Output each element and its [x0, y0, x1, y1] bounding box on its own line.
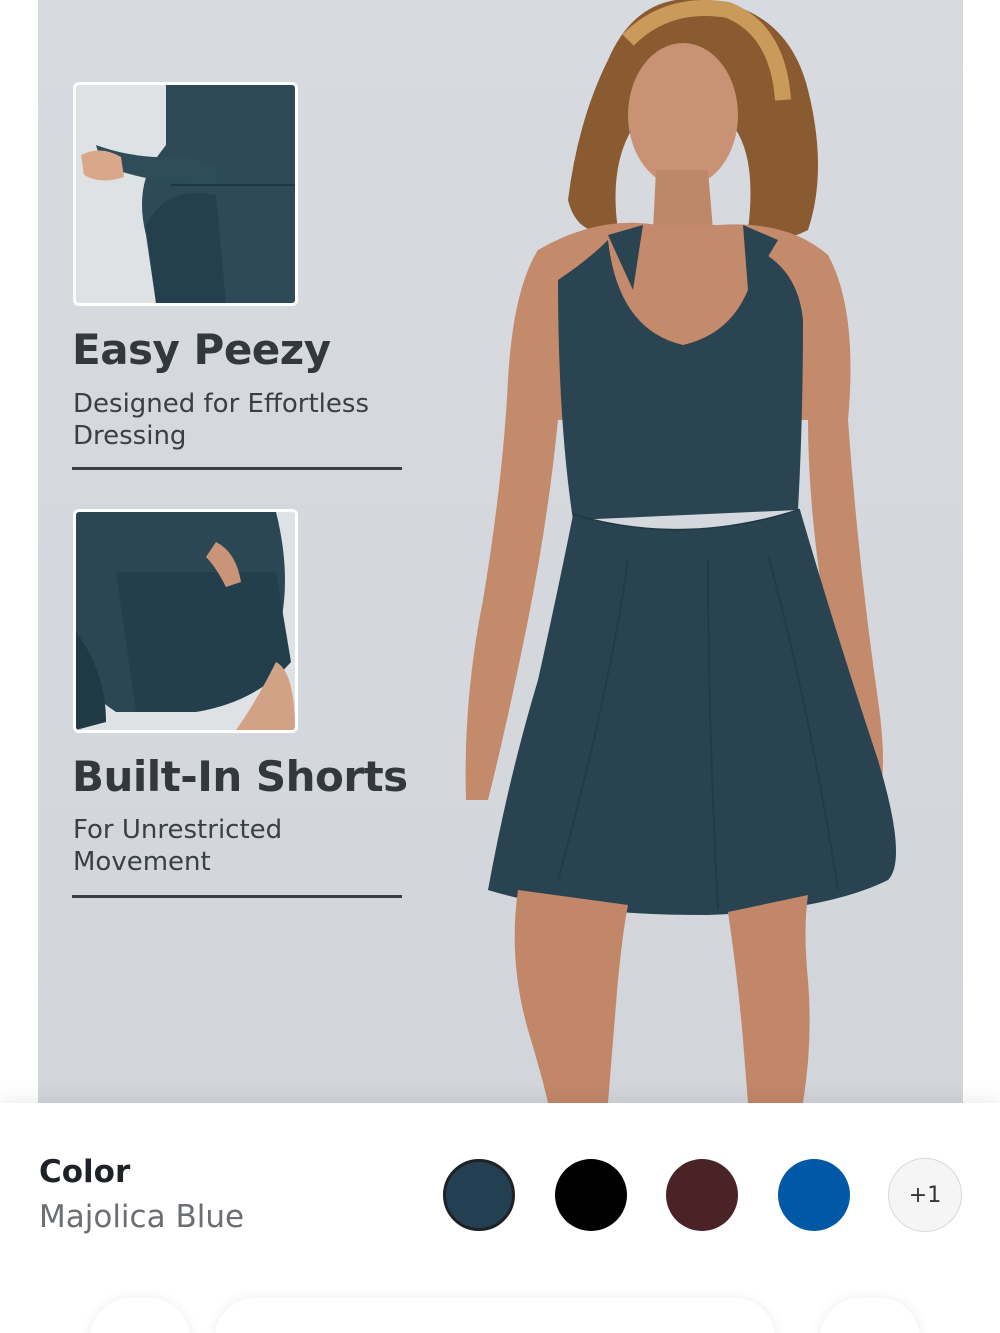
color-swatch-royal-blue[interactable]	[778, 1159, 850, 1231]
feature-thumbnail-shorts	[73, 509, 298, 733]
feature-subtitle: For Unrestricted Movement	[73, 815, 283, 877]
product-image[interactable]: Easy Peezy Designed for Effortless Dress…	[38, 0, 963, 1103]
color-swatch-majolica-blue[interactable]	[443, 1159, 515, 1231]
feature-divider	[72, 895, 402, 898]
feature-subtitle: Designed for Effortless Dressing	[73, 389, 369, 451]
feature-title: Easy Peezy	[72, 325, 331, 374]
selected-color-name: Majolica Blue	[39, 1199, 245, 1235]
feature-divider	[72, 467, 402, 470]
feature-thumbnail-waist	[73, 82, 298, 306]
model-photo	[465, 0, 896, 1103]
add-to-bag-button[interactable]	[215, 1298, 775, 1333]
feature-title: Built-In Shorts	[72, 752, 408, 801]
color-swatch-burgundy[interactable]	[666, 1159, 738, 1231]
more-colors-button[interactable]: +1	[888, 1158, 962, 1232]
color-swatch-black[interactable]	[555, 1159, 627, 1231]
color-label: Color	[39, 1154, 131, 1190]
more-colors-label: +1	[908, 1182, 942, 1208]
